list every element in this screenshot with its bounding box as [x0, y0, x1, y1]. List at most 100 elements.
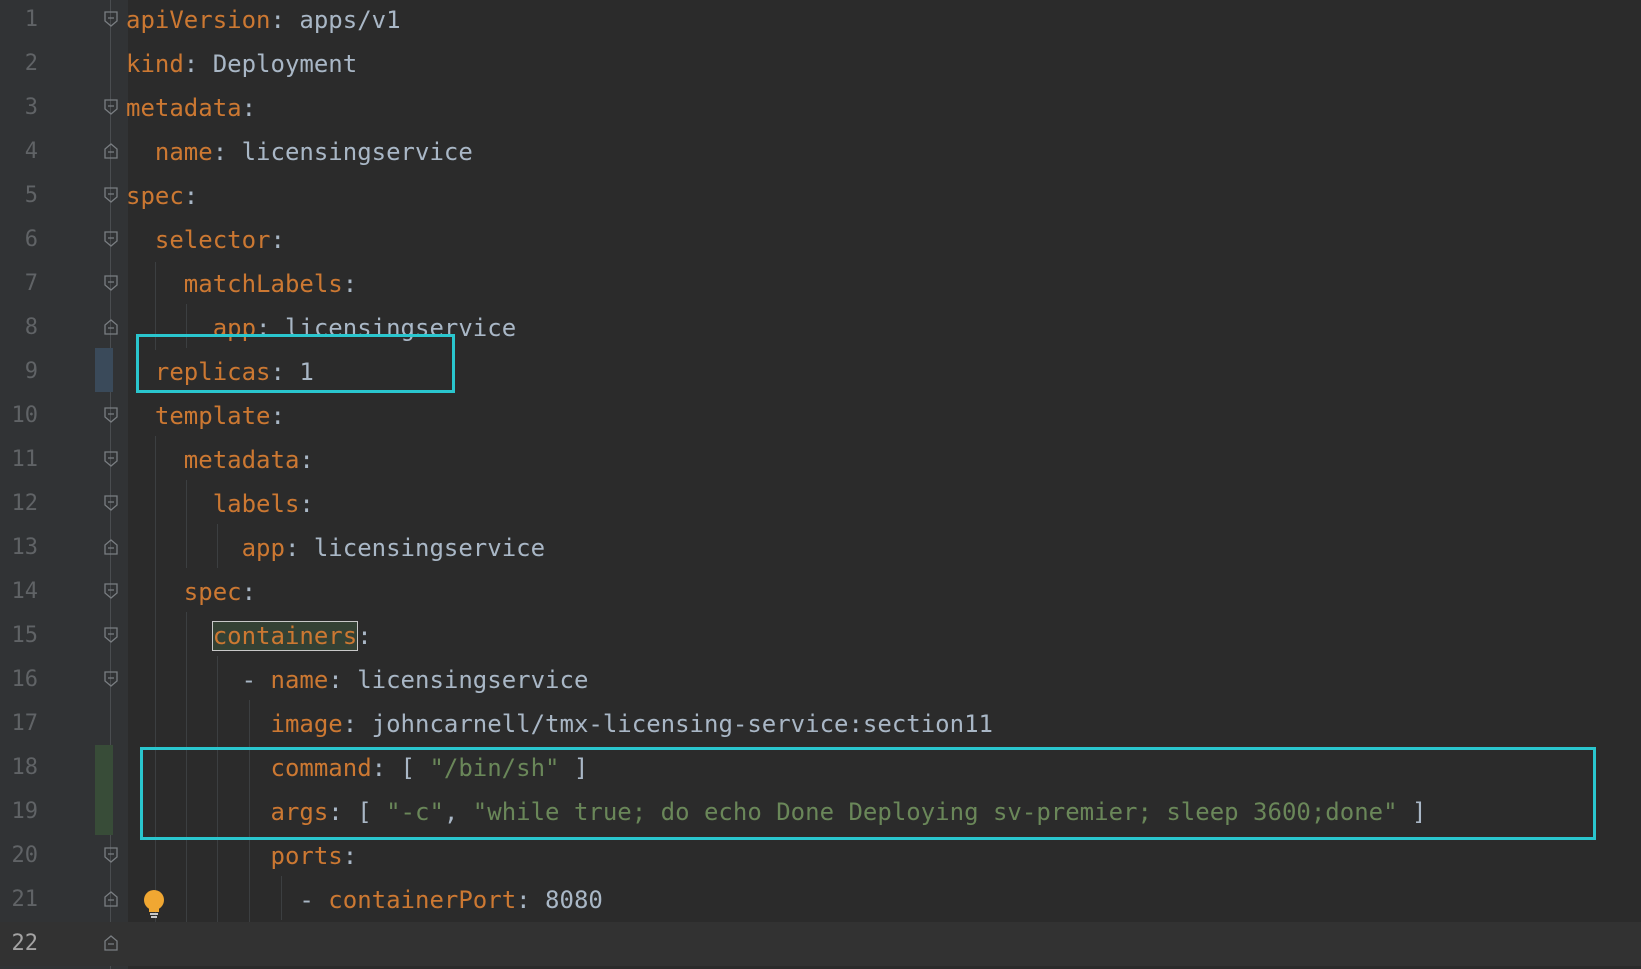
code-token: image [126, 710, 343, 738]
line-number[interactable]: 13 [0, 526, 39, 570]
code-token: : [212, 138, 242, 166]
code-token: metadata [126, 94, 242, 122]
code-line[interactable]: 17 image: johncarnell/tmx-licensing-serv… [0, 702, 1641, 746]
line-number[interactable]: 2 [0, 42, 38, 86]
highlighted-token: containers [211, 621, 359, 651]
code-text[interactable]: kind: Deployment [126, 42, 357, 86]
code-token: metadata [126, 446, 300, 474]
code-line[interactable]: 22 [0, 922, 1641, 966]
code-line[interactable]: 6 selector: [0, 218, 1641, 262]
code-token: : [183, 182, 199, 210]
line-number[interactable]: 10 [0, 394, 39, 438]
fold-marker-icon[interactable] [104, 627, 118, 643]
line-number[interactable]: 4 [0, 130, 38, 174]
fold-marker-icon[interactable] [104, 319, 118, 335]
code-editor[interactable]: 1 apiVersion: apps/v1 2 kind: Deployment 3 me… [0, 0, 1641, 969]
line-number[interactable]: 17 [0, 702, 39, 746]
line-number[interactable]: 1 [0, 0, 38, 42]
line-number[interactable]: 16 [0, 658, 39, 702]
lightbulb-icon[interactable] [142, 889, 166, 919]
line-number[interactable]: 11 [0, 438, 39, 482]
line-number[interactable]: 19 [0, 790, 39, 834]
code-line[interactable]: 5 spec: [0, 174, 1641, 218]
code-line[interactable]: 21 - containerPort: 8080 [0, 878, 1641, 922]
code-token: : [241, 578, 257, 606]
fold-marker-icon[interactable] [104, 407, 118, 423]
code-token: licensingservice [357, 666, 589, 694]
line-number[interactable]: 18 [0, 746, 39, 790]
fold-marker-icon[interactable] [104, 11, 118, 27]
fold-marker-icon[interactable] [104, 99, 118, 115]
line-number[interactable]: 22 [0, 922, 39, 966]
line-number[interactable]: 21 [0, 878, 39, 922]
line-number[interactable]: 9 [0, 350, 38, 394]
code-text[interactable]: labels: [126, 482, 314, 526]
code-token: template [126, 402, 271, 430]
code-token: spec [126, 578, 242, 606]
line-number[interactable]: 8 [0, 306, 38, 350]
code-text[interactable]: metadata: [126, 438, 314, 482]
fold-marker-icon[interactable] [104, 539, 118, 555]
code-text[interactable]: - containerPort: 8080 [126, 878, 602, 922]
fold-marker-icon[interactable] [104, 275, 118, 291]
code-line[interactable]: 16 - name: licensingservice [0, 658, 1641, 702]
fold-marker-icon[interactable] [104, 583, 118, 599]
line-number[interactable]: 6 [0, 218, 38, 262]
code-text[interactable]: matchLabels: [126, 262, 357, 306]
line-number[interactable]: 12 [0, 482, 39, 526]
code-token: licensingservice [241, 138, 473, 166]
fold-marker-icon[interactable] [104, 495, 118, 511]
line-number[interactable]: 5 [0, 174, 38, 218]
fold-marker-icon[interactable] [104, 187, 118, 203]
fold-marker-icon[interactable] [104, 671, 118, 687]
code-line[interactable]: 13 app: licensingservice [0, 526, 1641, 570]
fold-marker-icon[interactable] [104, 847, 118, 863]
fold-marker-icon[interactable] [104, 231, 118, 247]
code-text[interactable]: name: licensingservice [126, 130, 473, 174]
code-token: spec [126, 182, 184, 210]
fold-marker-icon[interactable] [104, 891, 118, 907]
code-line[interactable]: 20 ports: [0, 834, 1641, 878]
code-line[interactable]: 7 matchLabels: [0, 262, 1641, 306]
code-text[interactable]: spec: [126, 570, 256, 614]
code-text[interactable]: ports: [126, 834, 357, 878]
code-token: : [270, 226, 285, 254]
code-text[interactable]: metadata: [126, 86, 256, 130]
code-token: containerPort [328, 886, 517, 914]
code-line[interactable]: 2 kind: Deployment [0, 42, 1641, 86]
line-number[interactable]: 14 [0, 570, 39, 614]
code-text[interactable]: image: johncarnell/tmx-licensing-service… [126, 702, 993, 746]
code-token: : [284, 534, 314, 562]
line-number[interactable]: 15 [0, 614, 39, 658]
code-token: - [126, 666, 271, 694]
code-line[interactable]: 4 name: licensingservice [0, 130, 1641, 174]
code-token: app [126, 534, 285, 562]
code-text[interactable]: spec: [126, 174, 198, 218]
code-line[interactable]: 10 template: [0, 394, 1641, 438]
code-line[interactable]: 3 metadata: [0, 86, 1641, 130]
code-token: ports [126, 842, 343, 870]
code-text[interactable]: - name: licensingservice [126, 658, 589, 702]
fold-marker-icon[interactable] [104, 935, 118, 951]
command-args-highlight-box [140, 747, 1596, 840]
line-number[interactable]: 3 [0, 86, 38, 130]
code-token: : [183, 50, 213, 78]
code-line[interactable]: 1 apiVersion: apps/v1 [0, 0, 1641, 42]
code-token: name [126, 138, 213, 166]
code-text[interactable]: apiVersion: apps/v1 [126, 0, 401, 42]
code-token: apps/v1 [299, 6, 401, 34]
code-line[interactable]: 11 metadata: [0, 438, 1641, 482]
replicas-highlight-box [136, 334, 455, 393]
code-line[interactable]: 14 spec: [0, 570, 1641, 614]
code-text[interactable]: selector: [126, 218, 285, 262]
code-text[interactable]: app: licensingservice [126, 526, 545, 570]
line-number[interactable]: 7 [0, 262, 38, 306]
code-line[interactable]: 15 containers: [0, 614, 1641, 658]
code-token: Deployment [212, 50, 358, 78]
code-text[interactable]: template: [126, 394, 285, 438]
fold-marker-icon[interactable] [104, 451, 118, 467]
fold-marker-icon[interactable] [104, 143, 118, 159]
code-line[interactable]: 12 labels: [0, 482, 1641, 526]
line-number[interactable]: 20 [0, 834, 39, 878]
code-text[interactable]: containers: [126, 614, 372, 658]
